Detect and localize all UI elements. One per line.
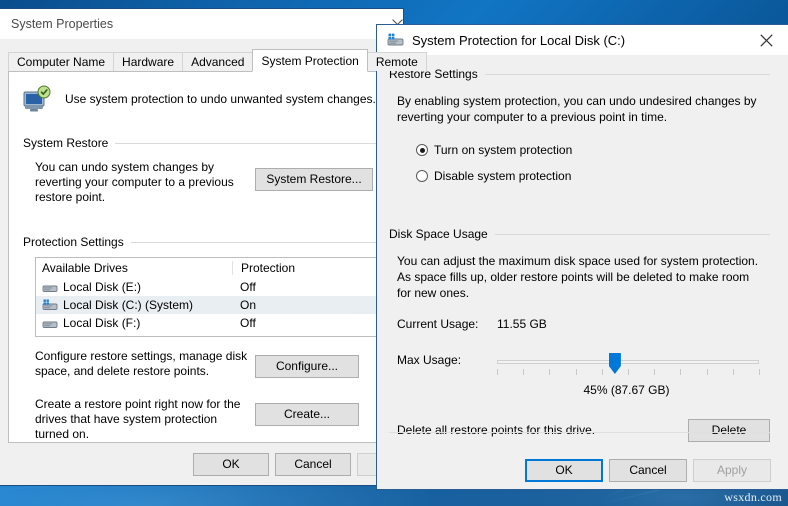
system-hard-drive-icon bbox=[42, 299, 58, 312]
cancel-button[interactable]: Cancel bbox=[275, 453, 351, 476]
system-properties-title: System Properties bbox=[11, 17, 114, 31]
system-restore-group-heading: System Restore bbox=[23, 136, 380, 150]
protection-settings-group-heading: Protection Settings bbox=[23, 235, 380, 249]
system-hard-drive-icon bbox=[387, 33, 404, 48]
table-row[interactable]: Local Disk (F:) Off bbox=[36, 314, 379, 332]
tab-advanced[interactable]: Advanced bbox=[182, 52, 254, 71]
disk-space-usage-group-label: Disk Space Usage bbox=[389, 227, 488, 241]
table-row[interactable]: Local Disk (E:) Off bbox=[36, 278, 379, 296]
system-restore-button[interactable]: System Restore... bbox=[255, 168, 373, 191]
restore-settings-description: By enabling system protection, you can u… bbox=[397, 94, 757, 124]
tab-system-protection[interactable]: System Protection bbox=[252, 49, 368, 72]
disk-space-usage-group-heading: Disk Space Usage bbox=[389, 227, 770, 241]
tab-page-header: Use system protection to undo unwanted s… bbox=[9, 72, 394, 114]
column-header-available-drives[interactable]: Available Drives bbox=[36, 261, 232, 275]
disk-space-usage-description: You can adjust the maximum disk space us… bbox=[397, 254, 759, 300]
hard-drive-icon bbox=[42, 281, 58, 294]
drive-label: Local Disk (F:) bbox=[63, 316, 141, 330]
configure-description: Configure restore settings, manage disk … bbox=[35, 349, 248, 378]
drive-cell: Local Disk (E:) bbox=[36, 280, 232, 294]
drive-cell: Local Disk (F:) bbox=[36, 316, 232, 330]
protection-cell: Off bbox=[240, 316, 256, 330]
system-restore-group-label: System Restore bbox=[23, 136, 109, 150]
radio-disable-system-protection[interactable]: Disable system protection bbox=[416, 169, 788, 183]
radio-icon bbox=[416, 170, 428, 182]
radio-icon bbox=[416, 144, 428, 156]
max-usage-label: Max Usage: bbox=[397, 353, 462, 367]
system-protection-body: Restore Settings By enabling system prot… bbox=[377, 55, 788, 489]
footer-divider bbox=[389, 432, 770, 433]
configure-button[interactable]: Configure... bbox=[255, 355, 359, 378]
available-drives-list[interactable]: Available Drives Protection Local Disk (… bbox=[35, 257, 380, 337]
protection-settings-group-label: Protection Settings bbox=[23, 235, 124, 249]
protection-cell: On bbox=[240, 298, 257, 312]
current-usage-value: 11.55 GB bbox=[497, 317, 547, 331]
configure-row: Configure restore settings, manage disk … bbox=[35, 349, 380, 379]
ok-button[interactable]: OK bbox=[193, 453, 269, 476]
tab-computer-name[interactable]: Computer Name bbox=[8, 52, 115, 71]
system-properties-titlebar: System Properties bbox=[0, 9, 403, 39]
slider-track bbox=[497, 360, 759, 364]
system-protection-footer: OK Cancel Apply bbox=[377, 447, 788, 489]
system-properties-body: Computer Name Hardware Advanced System P… bbox=[0, 39, 433, 485]
max-usage-row: Max Usage: bbox=[397, 353, 788, 377]
drive-label: Local Disk (E:) bbox=[63, 280, 142, 294]
watermark: wsxdn.com bbox=[724, 490, 782, 504]
system-restore-description: You can undo system changes by reverting… bbox=[35, 160, 234, 204]
system-restore-row: You can undo system changes by reverting… bbox=[35, 160, 380, 205]
group-rule bbox=[484, 73, 770, 75]
group-rule bbox=[130, 241, 380, 243]
titlebar-left: System Protection for Local Disk (C:) bbox=[387, 33, 625, 48]
column-header-protection[interactable]: Protection bbox=[232, 261, 379, 275]
create-description: Create a restore point right now for the… bbox=[35, 397, 241, 441]
drive-label: Local Disk (C:) (System) bbox=[63, 298, 194, 312]
system-protection-tab-page: Use system protection to undo unwanted s… bbox=[8, 71, 395, 443]
system-protection-icon bbox=[21, 84, 55, 114]
slider-ticks bbox=[497, 369, 760, 375]
radio-label: Disable system protection bbox=[434, 169, 572, 183]
protection-cell: Off bbox=[240, 280, 256, 294]
delete-button[interactable]: Delete bbox=[688, 419, 770, 442]
drives-list-header: Available Drives Protection bbox=[36, 258, 379, 278]
radio-turn-on-system-protection[interactable]: Turn on system protection bbox=[416, 143, 788, 157]
tab-page-header-text: Use system protection to undo unwanted s… bbox=[65, 92, 376, 106]
max-usage-slider[interactable] bbox=[497, 353, 760, 377]
system-properties-tabs: Computer Name Hardware Advanced System P… bbox=[8, 49, 427, 72]
apply-button: Apply bbox=[693, 459, 771, 482]
max-usage-value: 45% (87.67 GB) bbox=[583, 383, 670, 397]
delete-restore-points-row: Delete all restore points for this drive… bbox=[397, 419, 770, 442]
group-rule bbox=[115, 142, 380, 144]
current-usage-label: Current Usage: bbox=[397, 317, 479, 331]
hard-drive-icon bbox=[42, 317, 58, 330]
table-row[interactable]: Local Disk (C:) (System) On bbox=[36, 296, 379, 314]
system-properties-footer: OK Cancel Apply bbox=[0, 443, 433, 485]
group-rule bbox=[494, 233, 770, 235]
system-properties-window: System Properties Computer Name Hardware… bbox=[0, 8, 433, 486]
ok-button[interactable]: OK bbox=[525, 459, 603, 482]
drive-cell: Local Disk (C:) (System) bbox=[36, 298, 232, 312]
cancel-button[interactable]: Cancel bbox=[609, 459, 687, 482]
system-protection-title: System Protection for Local Disk (C:) bbox=[412, 32, 626, 48]
create-button[interactable]: Create... bbox=[255, 403, 359, 426]
tab-remote[interactable]: Remote bbox=[366, 52, 427, 71]
tab-hardware[interactable]: Hardware bbox=[113, 52, 184, 71]
current-usage-row: Current Usage: 11.55 GB bbox=[397, 317, 788, 331]
system-protection-titlebar: System Protection for Local Disk (C:) bbox=[377, 25, 788, 55]
delete-description: Delete all restore points for this drive… bbox=[397, 423, 596, 437]
restore-settings-group-heading: Restore Settings bbox=[389, 67, 770, 81]
system-protection-dialog: System Protection for Local Disk (C:) Re… bbox=[376, 24, 788, 490]
close-icon[interactable] bbox=[744, 26, 788, 55]
radio-label: Turn on system protection bbox=[434, 143, 573, 157]
create-row: Create a restore point right now for the… bbox=[35, 397, 380, 442]
